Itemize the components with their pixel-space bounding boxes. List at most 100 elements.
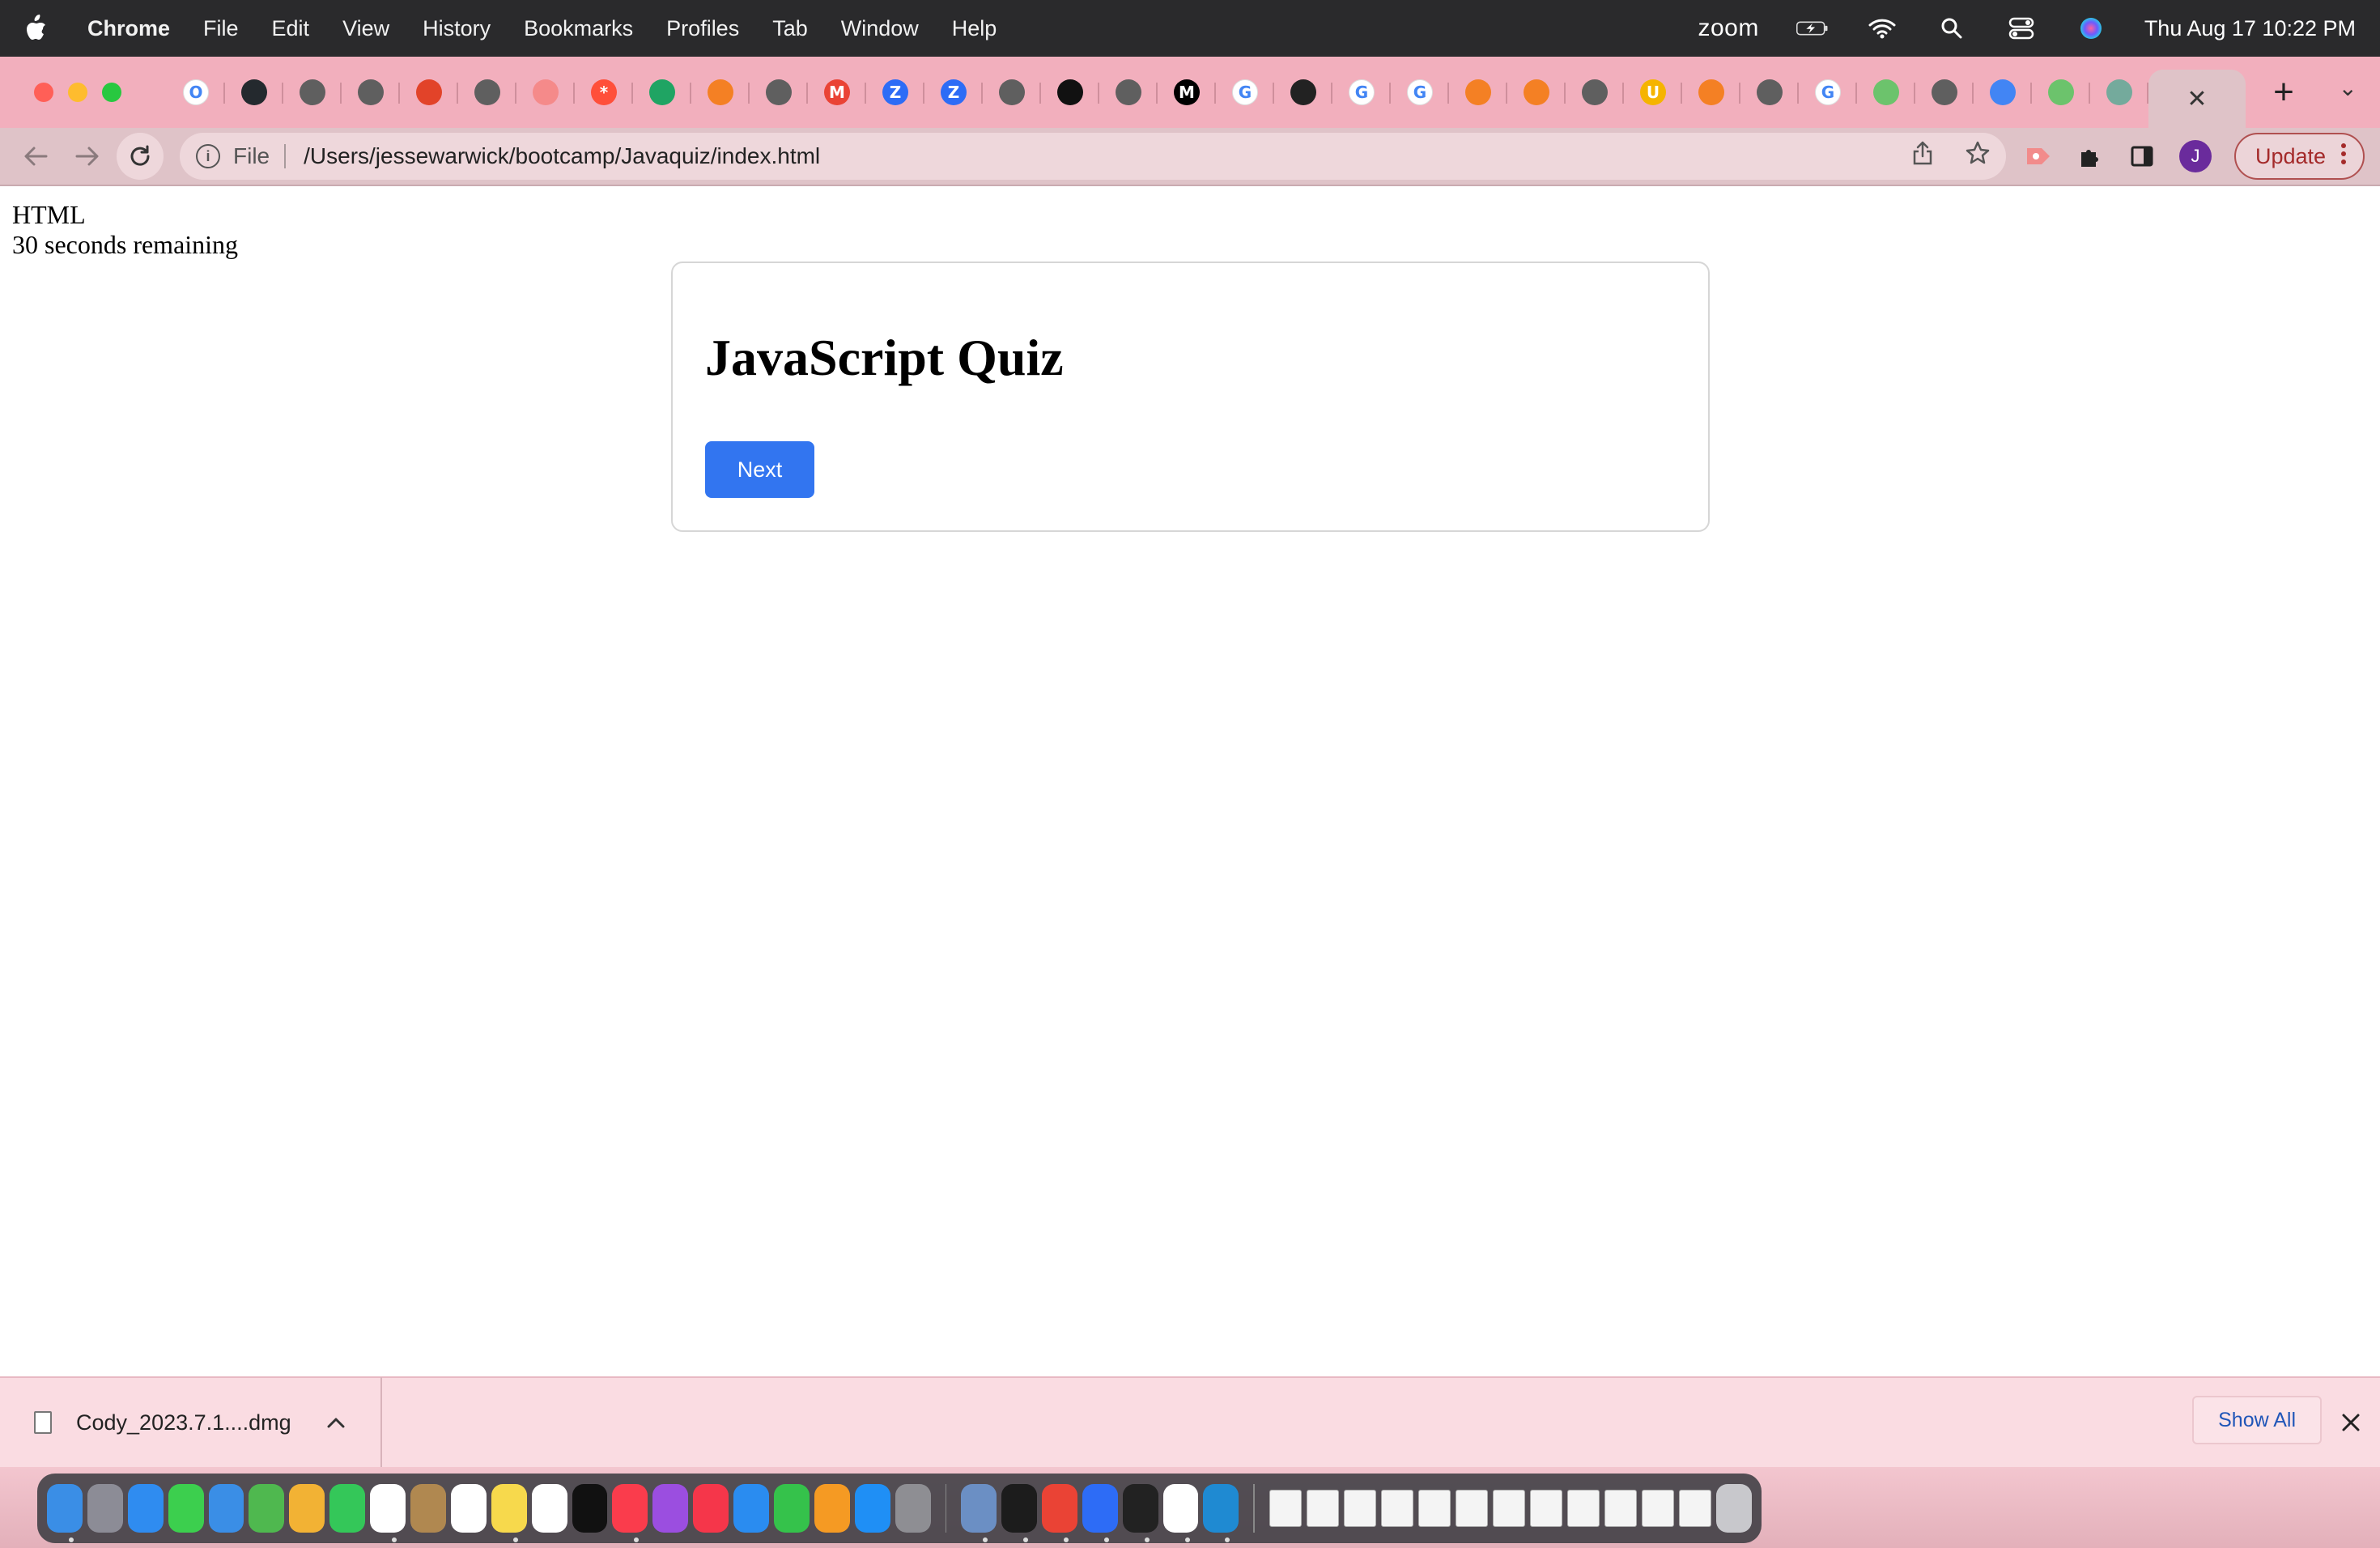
tab-20[interactable]: G [1332,68,1391,117]
chrome-update-button[interactable]: Update [2234,133,2365,180]
tab-3[interactable] [342,68,400,117]
dock-podcasts-icon[interactable] [652,1484,689,1533]
extensions-puzzle-icon[interactable] [2076,142,2105,171]
dock-contacts-icon[interactable] [410,1484,446,1533]
dock-recent-document[interactable] [1417,1490,1451,1527]
dock-recent-document[interactable] [1679,1490,1712,1527]
active-tab[interactable]: ✕ [2148,70,2246,128]
siri-icon[interactable] [2075,15,2107,42]
dock-chrome-icon[interactable] [1041,1484,1077,1542]
tab-11[interactable]: M [808,68,866,117]
tab-29[interactable] [1857,68,1915,117]
menu-history[interactable]: History [423,16,491,41]
show-all-downloads-button[interactable]: Show All [2192,1396,2322,1444]
tab-14[interactable] [983,68,1041,117]
tab-4[interactable] [400,68,458,117]
tab-1[interactable] [225,68,283,117]
dock-messages-icon[interactable] [168,1484,204,1533]
apple-menu-icon[interactable] [24,15,63,42]
tab-close-icon[interactable]: ✕ [2187,85,2207,113]
tab-18[interactable]: G [1216,68,1274,117]
download-item[interactable]: Cody_2023.7.1....dmg [34,1377,382,1468]
dock-recent-document[interactable] [1567,1490,1600,1527]
tab-5[interactable] [458,68,516,117]
side-panel-icon[interactable] [2127,142,2157,171]
video-extension-icon[interactable] [2024,142,2053,171]
dock-recent-document[interactable] [1306,1490,1339,1527]
dock-recent-document[interactable] [1529,1490,1563,1527]
menubar-clock[interactable]: Thu Aug 17 10:22 PM [2144,16,2356,41]
site-info-icon[interactable]: i [196,144,220,168]
tab-24[interactable] [1566,68,1624,117]
dock-recent-document[interactable] [1455,1490,1488,1527]
menu-bookmarks[interactable]: Bookmarks [524,16,633,41]
dock-notes-icon[interactable] [491,1484,527,1542]
dock-news-icon[interactable] [693,1484,729,1533]
bookmark-star-icon[interactable] [1966,141,1990,172]
spotlight-search-icon[interactable] [1936,15,1968,42]
menu-window[interactable]: Window [841,16,919,41]
tab-2[interactable] [283,68,342,117]
menu-help[interactable]: Help [952,16,997,41]
zoom-window-button[interactable] [102,83,121,102]
tab-23[interactable] [1507,68,1566,117]
dock-tv-icon[interactable] [572,1484,608,1533]
tab-search-icon[interactable]: ⌄ [2339,74,2357,101]
battery-icon[interactable] [1796,15,1829,42]
control-center-icon[interactable] [2005,15,2038,42]
tab-17[interactable]: M [1158,68,1216,117]
dock-calendar-icon[interactable] [370,1484,406,1542]
tab-16[interactable] [1099,68,1158,117]
dock-maps-icon[interactable] [249,1484,285,1533]
minimize-window-button[interactable] [68,83,87,102]
chevron-up-icon[interactable] [327,1411,345,1434]
tab-15[interactable] [1041,68,1099,117]
tab-30[interactable] [1915,68,1974,117]
close-icon[interactable] [2341,1406,2361,1440]
dock-activity-monitor-icon[interactable] [1122,1484,1158,1542]
dock-recent-document[interactable] [1604,1490,1638,1527]
tab-26[interactable] [1682,68,1740,117]
wifi-icon[interactable] [1866,15,1898,42]
tab-6[interactable] [516,68,575,117]
dock-recent-document[interactable] [1492,1490,1525,1527]
tab-19[interactable] [1274,68,1332,117]
dock-recent-document[interactable] [1343,1490,1376,1527]
tab-10[interactable] [750,68,808,117]
forward-arrow-icon[interactable] [62,146,113,167]
tab-22[interactable] [1449,68,1507,117]
menu-profiles[interactable]: Profiles [666,16,739,41]
tab-32[interactable] [2032,68,2090,117]
tab-0[interactable]: O [167,68,225,117]
dock-music-icon[interactable] [612,1484,648,1542]
dock-photos-icon[interactable] [289,1484,325,1533]
dock-recent-document[interactable] [1380,1490,1413,1527]
url-text[interactable]: /Users/jessewarwick/bootcamp/Javaquiz/in… [304,143,820,169]
menu-file[interactable]: File [203,16,239,41]
tab-25[interactable]: U [1624,68,1682,117]
new-tab-button[interactable]: + [2255,72,2312,113]
menu-tab[interactable]: Tab [772,16,808,41]
close-window-button[interactable] [34,83,53,102]
dock-freeform-icon[interactable] [531,1484,567,1533]
menu-view[interactable]: View [342,16,389,41]
dock-trash-icon[interactable] [1716,1484,1753,1533]
tab-12[interactable]: Z [866,68,924,117]
tab-27[interactable] [1740,68,1799,117]
back-arrow-icon[interactable] [10,146,62,167]
dock-vscode-icon[interactable] [1203,1484,1239,1542]
dock-launchpad-icon[interactable] [87,1484,123,1533]
zoom-status-item[interactable]: zoom [1698,15,1758,42]
tab-31[interactable] [1974,68,2032,117]
share-icon[interactable] [1912,141,1933,172]
dock-terminal-icon[interactable] [1001,1484,1037,1542]
dock-finder-icon[interactable] [47,1484,83,1542]
dock-facetime-icon[interactable] [329,1484,366,1533]
tab-7[interactable]: * [575,68,633,117]
dock-numbers-icon[interactable] [774,1484,810,1533]
tab-9[interactable] [691,68,750,117]
dock-recent-document[interactable] [1269,1490,1302,1527]
address-bar[interactable]: i File /Users/jessewarwick/bootcamp/Java… [180,133,2006,180]
dock-keynote-icon[interactable] [733,1484,770,1533]
profile-avatar[interactable]: J [2179,140,2212,172]
